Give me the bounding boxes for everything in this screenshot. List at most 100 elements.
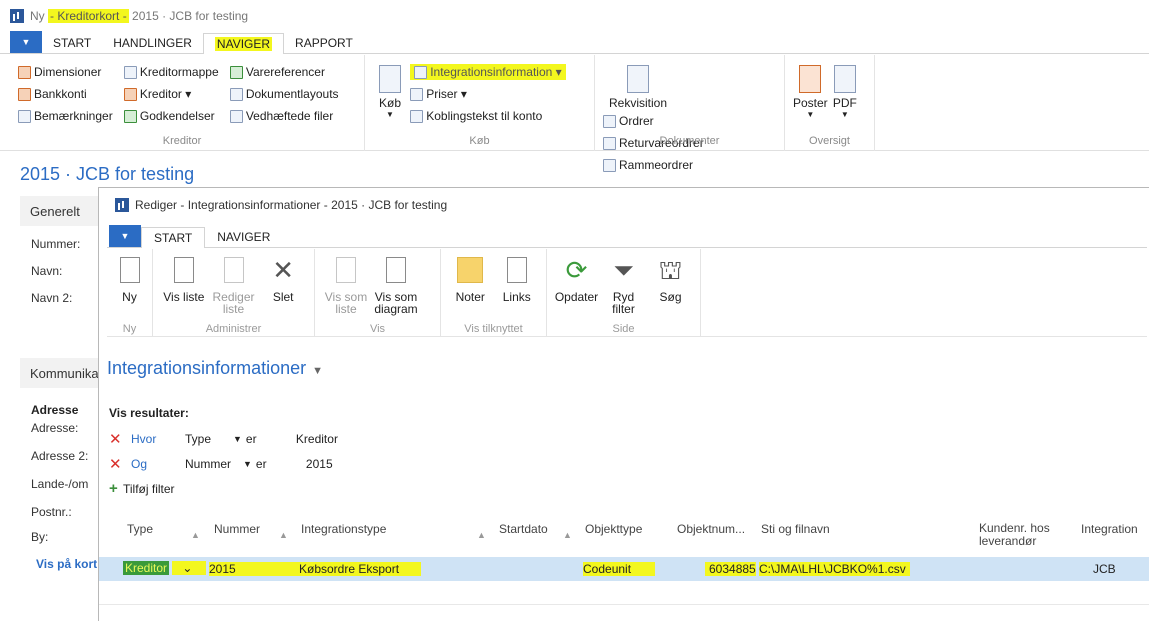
cell-objektnummer[interactable]: 6034885 [705,562,756,576]
integration-icon [414,65,428,79]
vedhaeftede-filer-button[interactable]: Vedhæftede filer [229,105,339,127]
col-integrationstype[interactable]: Integrationstype [301,522,386,536]
vedhaeftede-filer-label: Vedhæftede filer [245,109,334,123]
binoculars-icon: ⛫ [658,255,683,285]
add-filter-button[interactable]: + Tilføj filter [109,480,175,497]
filter-2-operator: er [255,457,267,471]
comment-icon [18,109,31,123]
dialog-tab-start[interactable]: START [141,227,206,248]
chart-view-icon [381,253,411,287]
opdater-label: Opdater [554,290,599,304]
pdf-button[interactable]: PDF ▼ [833,65,857,119]
godkendelser-button[interactable]: Godkendelser [123,105,219,127]
ny-group-label: Ny [122,323,137,335]
filter-row-1: ✕ Hvor Type ▼ er Kreditor [109,430,338,448]
varereferencer-button[interactable]: Varereferencer [229,61,339,83]
dimensioner-label: Dimensioner [34,65,102,79]
col-sti[interactable]: Sti og filnavn [761,522,830,536]
field-label-adresse2: Adresse 2: [31,449,89,463]
dialog-menu-button[interactable]: ▼ [109,225,141,247]
kreditor-dropdown[interactable]: Kreditor ▾ [123,83,219,105]
add-filter-plus-icon: + [109,480,118,497]
integrationsinformation-dropdown[interactable]: Integrationsinformation ▾ [410,61,566,83]
card-section-kommunikation[interactable]: Kommunika [20,358,100,388]
list-title[interactable]: Integrationsinformationer ▼ [107,358,323,379]
dialog-title: Rediger - Integrationsinformationer - 20… [135,198,448,212]
integrationsinformation-label: Integrationsinformation ▾ [430,65,562,79]
col-kundenr[interactable]: Kundenr. hos leverandør [979,522,1069,548]
dokumentlayouts-button[interactable]: Dokumentlayouts [229,83,339,105]
rediger-liste-label: Rediger liste [212,290,255,316]
godkendelser-label: Godkendelser [139,109,215,123]
cell-type[interactable]: Kreditor ⌄ [123,561,207,575]
kreditormappe-button[interactable]: Kreditormappe [123,61,219,83]
tab-naviger[interactable]: NAVIGER [202,33,285,54]
sort-nummer-icon: ▲ [279,530,288,540]
col-integration[interactable]: Integration [1081,522,1138,536]
table-row[interactable]: Kreditor ⌄ 2015 Købsordre Eksport Codeun… [99,557,1149,581]
remove-filter-1-icon[interactable]: ✕ [109,430,131,448]
remove-filter-2-icon[interactable]: ✕ [109,455,131,473]
vis-liste-label: Vis liste [163,290,205,304]
priser-dropdown[interactable]: Priser ▾ [410,83,565,105]
col-type[interactable]: Type [127,522,153,536]
poster-button[interactable]: Poster ▼ [793,65,828,119]
cell-integrationstype[interactable]: Købsordre Eksport [289,562,422,576]
file-menu-button[interactable]: ▼ [10,31,42,53]
field-label-land: Lande-/om [31,477,89,491]
kob-group-label: Køb [469,135,490,147]
tab-naviger-label: NAVIGER [214,37,273,51]
vis-som-diagram-label: Vis som diagram [374,290,418,316]
order-icon [603,114,616,128]
bankkonti-button[interactable]: Bankkonti [18,83,113,105]
filter-1-value[interactable]: Kreditor [296,432,338,446]
rekvisition-button[interactable]: Rekvisition [609,65,667,110]
koblingstekst-button[interactable]: Koblingstekst til konto [410,105,565,127]
filter-1-word: Hvor [131,432,157,446]
cell-sti[interactable]: C:\JMA\LHL\JCBKO%1.csv [759,562,910,576]
rammeordrer-button[interactable]: Rammeordrer [603,154,704,176]
filter-2-word: Og [131,457,148,471]
dialog-group-side: ⟳ Opdater ⏷ Ryd filter ⛫ Søg Side [547,249,701,337]
field-label-navn2: Navn 2: [31,291,73,305]
cell-integration[interactable]: JCB [1093,562,1116,576]
cell-nummer[interactable]: 2015 [209,562,296,576]
dokumenter-group-label: Dokumenter [659,135,720,147]
field-label-postnr: Postnr.: [31,505,72,519]
list-title-text: Integrationsinformationer [107,358,307,378]
person-icon [123,87,137,101]
col-objektnummer[interactable]: Objektnum... [677,522,745,536]
ny-label: Ny [122,290,137,304]
slet-label: Slet [272,290,294,304]
dialog-tab-naviger[interactable]: NAVIGER [205,227,282,247]
filter-2-value[interactable]: 2015 [306,457,333,471]
card-section-generelt[interactable]: Generelt [20,196,100,226]
price-icon [410,87,424,101]
col-startdato[interactable]: Startdato [499,522,548,536]
cell-type-dropdown-icon[interactable]: ⌄ [172,561,207,575]
tab-handlinger[interactable]: HANDLINGER [102,33,203,53]
kreditor-group-label: Kreditor [162,135,202,147]
tab-rapport[interactable]: RAPPORT [284,33,364,53]
requisition-icon [627,65,650,93]
list-view-icon [331,253,361,287]
filter-2-dropdown-icon[interactable]: ▼ [243,459,252,469]
kob-big-button[interactable]: Køb ▼ [379,65,401,119]
list-title-caret-icon: ▼ [312,365,323,377]
col-nummer[interactable]: Nummer [214,522,260,536]
filter-2-field[interactable]: Nummer [185,457,243,471]
koblingstekst-label: Koblingstekst til konto [426,109,543,123]
ribbon-group-dokumenter: Rekvisition Ordrer Returvareordrer Ramme… [595,55,785,172]
ordrer-button[interactable]: Ordrer [603,110,704,132]
bemaerkninger-button[interactable]: Bemærkninger [18,105,113,127]
filter-1-dropdown-icon[interactable]: ▼ [233,434,242,444]
vis-paa-kort-link[interactable]: Vis på kort [36,557,97,571]
dimensioner-button[interactable]: Dimensioner [18,61,113,83]
cell-objekttype[interactable]: Codeunit [583,562,656,576]
varereferencer-label: Varereferencer [245,65,325,79]
clear-filter-icon: ⏷ [613,255,634,285]
tab-start[interactable]: START [42,33,102,53]
filter-1-field[interactable]: Type [185,432,233,446]
kreditor-label: Kreditor ▾ [139,87,192,101]
col-objekttype[interactable]: Objekttype [585,522,642,536]
